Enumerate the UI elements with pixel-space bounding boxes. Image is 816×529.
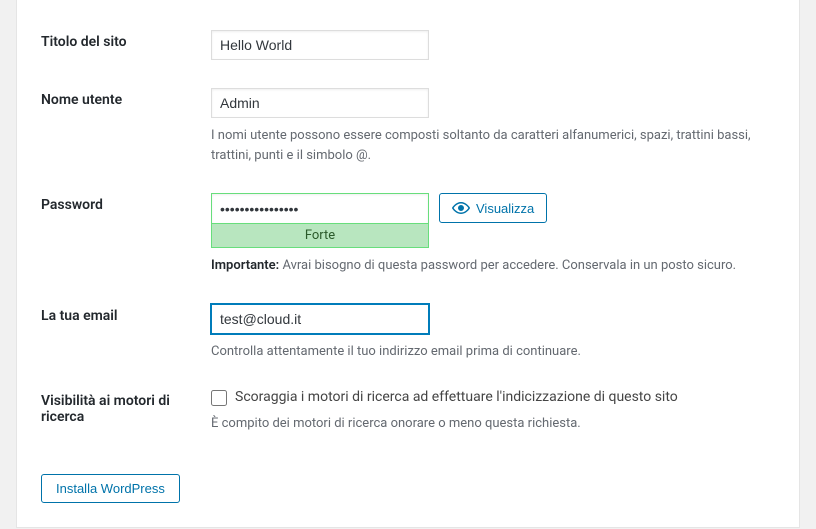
form-table: Titolo del sito Nome utente I nomi utent… [41, 20, 775, 452]
password-strength: Forte [211, 223, 429, 248]
search-visibility-checkbox-label[interactable]: Scoraggia i motori di ricerca ad effettu… [235, 389, 678, 405]
search-visibility-checkbox[interactable] [211, 390, 227, 406]
password-note-strong: Importante: [211, 258, 279, 273]
search-visibility-label: Visibilità ai motori di ricerca [41, 379, 211, 452]
password-label: Password [41, 183, 211, 294]
install-wordpress-button[interactable]: Installa WordPress [41, 474, 180, 503]
email-input[interactable] [211, 304, 429, 334]
password-input[interactable] [211, 193, 429, 223]
password-note: Importante: Avrai bisogno di questa pass… [211, 256, 775, 276]
search-visibility-hint: È compito dei motori di ricerca onorare … [211, 414, 775, 434]
password-note-rest: Avrai bisogno di questa password per acc… [279, 258, 736, 273]
email-label: La tua email [41, 294, 211, 380]
install-form-panel: Titolo del sito Nome utente I nomi utent… [16, 0, 800, 528]
site-title-label: Titolo del sito [41, 20, 211, 78]
username-hint: I nomi utente possono essere composti so… [211, 126, 775, 165]
username-input[interactable] [211, 88, 429, 118]
site-title-input[interactable] [211, 30, 429, 60]
toggle-password-label: Visualizza [476, 201, 534, 216]
email-hint: Controlla attentamente il tuo indirizzo … [211, 342, 775, 362]
toggle-password-button[interactable]: Visualizza [439, 193, 547, 223]
eye-icon [452, 201, 470, 215]
username-label: Nome utente [41, 78, 211, 183]
